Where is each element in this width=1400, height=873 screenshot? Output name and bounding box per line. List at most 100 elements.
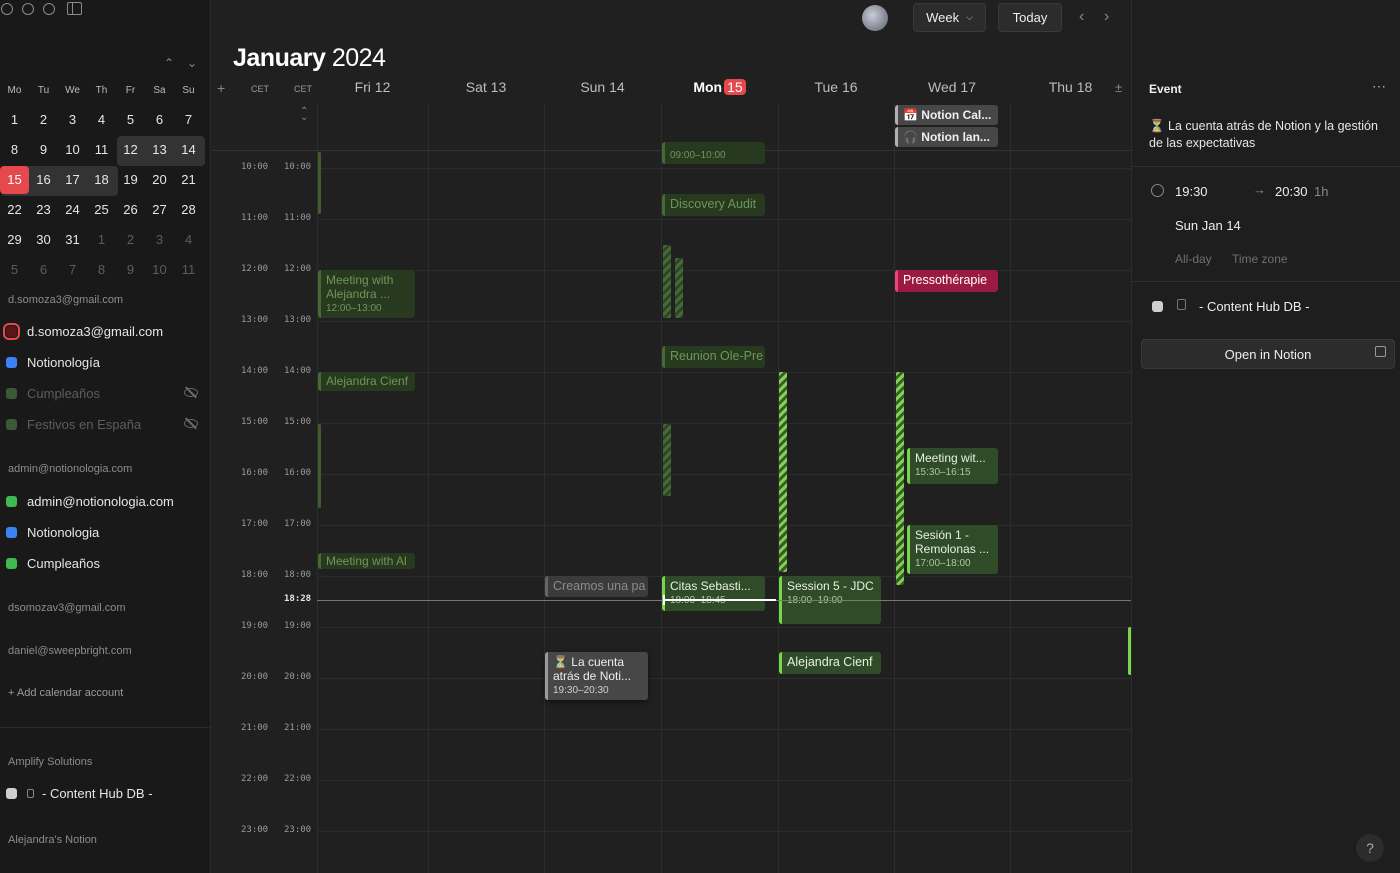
tentative-event[interactable]	[896, 372, 904, 585]
mini-calendar-day[interactable]: 7	[58, 256, 87, 284]
minimize-window-button[interactable]	[22, 3, 34, 15]
event-date[interactable]: Sun Jan 14	[1175, 218, 1241, 233]
mini-calendar-day[interactable]: 4	[87, 106, 116, 134]
mini-calendar-day[interactable]: 26	[116, 196, 145, 224]
calendar-color-swatch[interactable]	[3, 322, 20, 340]
avatar[interactable]	[862, 5, 888, 31]
calendar-color-swatch[interactable]	[6, 418, 17, 430]
mini-calendar-day[interactable]: 13	[145, 136, 174, 164]
sidebar-calendar-item[interactable]: Festivos en España	[6, 414, 141, 434]
mini-calendar-day[interactable]: 9	[29, 136, 58, 164]
mini-calendar-day[interactable]: 10	[145, 256, 174, 284]
sidebar-calendar-item[interactable]: Notionología	[6, 352, 100, 372]
ev-alejandra-tue[interactable]: Alejandra Cienf	[779, 652, 881, 674]
view-select[interactable]: Week ⌵	[913, 3, 986, 32]
ev-presso[interactable]: Pressothérapie	[895, 270, 998, 292]
collapse-allday-icon[interactable]: ⌃ ⌄	[300, 107, 308, 123]
next-week-icon[interactable]: ›	[1104, 8, 1109, 26]
mini-calendar-day[interactable]: 27	[145, 196, 174, 224]
mini-calendar-today[interactable]: 15	[0, 166, 29, 194]
mini-calendar-day[interactable]: 20	[145, 166, 174, 194]
mini-calendar-day[interactable]: 22	[0, 196, 29, 224]
mini-calendar-day[interactable]: 5	[116, 106, 145, 134]
mini-calendar-day[interactable]: 24	[58, 196, 87, 224]
mini-calendar-day[interactable]: 11	[174, 256, 203, 284]
help-button[interactable]: ?	[1356, 834, 1384, 862]
mini-calendar-day[interactable]: 10	[58, 136, 87, 164]
mini-calendar-day[interactable]: 3	[58, 106, 87, 134]
mini-calendar-day[interactable]: 12	[116, 136, 145, 164]
sidebar-calendar-item[interactable]: admin@notionologia.com	[6, 491, 174, 511]
ev-alejandra-fri[interactable]: Alejandra Cienf	[318, 372, 415, 391]
calendar-color-swatch[interactable]	[6, 387, 17, 399]
drag-handle[interactable]	[663, 595, 665, 605]
day-header[interactable]: Fri 12	[317, 79, 428, 95]
sidebar-calendar-item[interactable]: Cumpleaños	[6, 383, 100, 403]
mini-calendar-day[interactable]: 2	[116, 226, 145, 254]
prev-week-icon[interactable]: ‹	[1079, 8, 1084, 26]
mini-calendar-day[interactable]: 17	[58, 166, 87, 194]
day-header[interactable]: Thu 18	[1010, 79, 1131, 95]
day-header[interactable]: Sat 13	[428, 79, 544, 95]
tentative-event[interactable]	[779, 372, 787, 572]
mini-calendar-day[interactable]: 9	[116, 256, 145, 284]
ev-meeting-alejandra[interactable]: Meeting with Alejandra ... 12:00–13:00	[318, 270, 415, 318]
mini-calendar-day[interactable]: 28	[174, 196, 203, 224]
all-day-toggle[interactable]: All-day	[1175, 252, 1212, 266]
ev-sesion[interactable]: Sesión 1 - Remolonas ... 17:00–18:00	[907, 525, 998, 574]
mini-calendar-day[interactable]: 23	[29, 196, 58, 224]
event-start-time[interactable]: 19:30	[1175, 184, 1208, 199]
ev-meeting-fri2[interactable]: Meeting with Al	[318, 553, 415, 569]
mini-calendar-day[interactable]: 6	[29, 256, 58, 284]
mini-calendar-day[interactable]: 5	[0, 256, 29, 284]
ev-cuenta[interactable]: ⏳ La cuenta atrás de Noti... 19:30–20:30	[545, 652, 648, 700]
mini-calendar-day[interactable]: 1	[0, 106, 29, 134]
tentative-event[interactable]	[663, 424, 671, 496]
mini-calendar-day[interactable]: 31	[58, 226, 87, 254]
event-end-time[interactable]: 20:30	[1275, 184, 1308, 199]
ev-mon-0900[interactable]: 09:00–10:00	[662, 142, 765, 164]
event-sliver[interactable]	[318, 152, 321, 214]
tentative-event[interactable]	[675, 258, 683, 318]
time-zone-toggle[interactable]: Time zone	[1232, 252, 1288, 266]
mini-calendar-day[interactable]: 8	[87, 256, 116, 284]
day-header[interactable]: Sun 14	[544, 79, 661, 95]
add-calendar-account-link[interactable]: + Add calendar account	[8, 687, 123, 699]
mini-calendar-day[interactable]: 14	[174, 136, 203, 164]
today-button[interactable]: Today	[998, 3, 1062, 32]
sidebar-calendar-item[interactable]: Cumpleaños	[6, 553, 100, 573]
calendar-color-swatch[interactable]	[6, 495, 17, 507]
event-title[interactable]: ⏳ La cuenta atrás de Notion y la gestión…	[1149, 118, 1393, 152]
close-window-button[interactable]	[1, 3, 13, 15]
open-in-notion-button[interactable]: Open in Notion	[1141, 339, 1395, 369]
mini-calendar-day[interactable]: 18	[87, 166, 116, 194]
mini-calendar-day[interactable]: 6	[145, 106, 174, 134]
calendar-color-swatch[interactable]	[6, 526, 17, 538]
ev-notion-lan[interactable]: 🎧 Notion lan...	[895, 127, 998, 147]
mini-calendar-day[interactable]: 4	[174, 226, 203, 254]
add-timezone-icon[interactable]: +	[217, 80, 225, 96]
sidebar-toggle-icon[interactable]	[67, 2, 82, 15]
sidebar-calendar-item[interactable]: Notionologia	[6, 522, 99, 542]
day-header-today[interactable]: Mon 15	[661, 79, 778, 95]
ev-creamos[interactable]: Creamos una pa	[545, 576, 648, 597]
sidebar-db-item[interactable]: - Content Hub DB -	[6, 783, 153, 803]
mini-calendar-day[interactable]: 21	[174, 166, 203, 194]
ev-meeting-wed[interactable]: Meeting wit... 15:30–16:15	[907, 448, 998, 484]
maximize-window-button[interactable]	[43, 3, 55, 15]
sidebar-calendar-item[interactable]: d.somoza3@gmail.com	[3, 321, 163, 341]
mini-calendar-day[interactable]: 11	[87, 136, 116, 164]
tentative-event[interactable]	[663, 245, 671, 318]
eye-off-icon[interactable]	[184, 419, 198, 428]
event-calendar[interactable]: - Content Hub DB -	[1199, 299, 1310, 314]
calendar-color-swatch[interactable]	[6, 356, 17, 368]
mini-calendar-day[interactable]: 7	[174, 106, 203, 134]
mini-calendar-day[interactable]: 1	[87, 226, 116, 254]
day-header[interactable]: Tue 16	[778, 79, 894, 95]
eye-off-icon[interactable]	[184, 388, 198, 397]
mini-calendar-day[interactable]: 25	[87, 196, 116, 224]
mini-calendar-day[interactable]: 19	[116, 166, 145, 194]
calendar-color-swatch[interactable]	[6, 557, 17, 569]
mini-calendar-day[interactable]: 29	[0, 226, 29, 254]
ev-discovery[interactable]: Discovery Audit	[662, 194, 765, 216]
